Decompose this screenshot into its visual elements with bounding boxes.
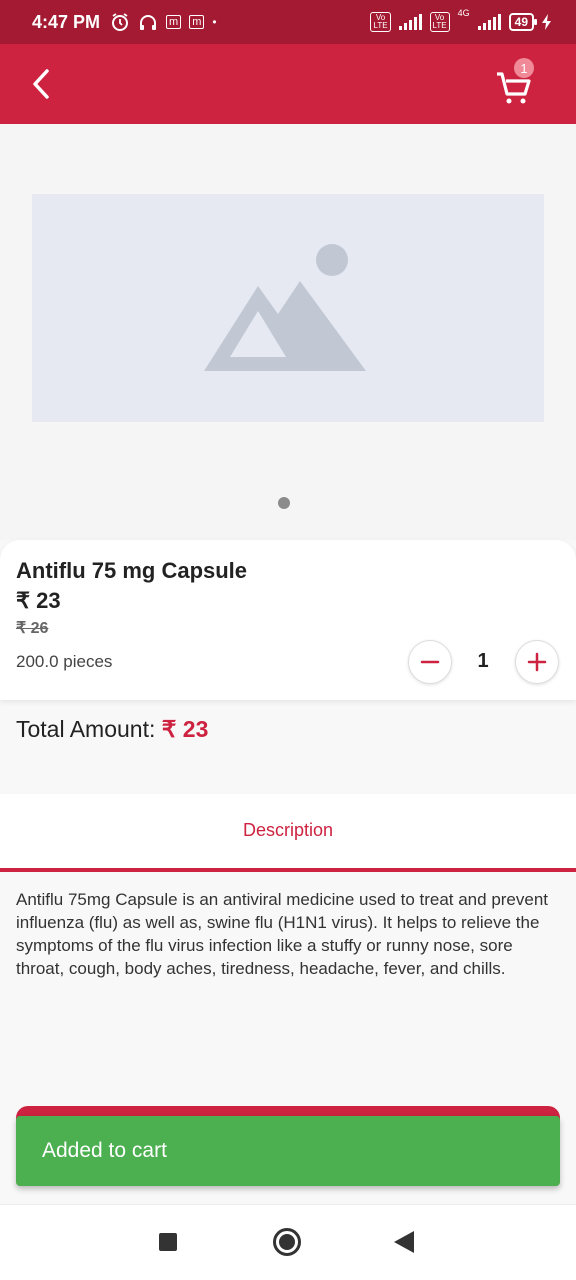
plus-icon — [527, 652, 547, 672]
total-amount-label: Total Amount: — [16, 716, 162, 742]
system-back-icon[interactable] — [394, 1231, 414, 1253]
alarm-icon — [112, 13, 129, 31]
app-bar: 1 — [0, 44, 576, 124]
volte-icon: Vo LTE — [429, 12, 450, 32]
signal-icon — [398, 14, 422, 30]
pack-quantity: 200.0 pieces — [16, 652, 113, 671]
status-notification-icons: m m • — [110, 12, 217, 32]
status-bar: 4:47 PM m m • Vo LTE Vo LTE 4G 49 — [0, 0, 576, 44]
product-name: Antiflu 75 mg Capsule — [16, 558, 248, 583]
total-amount-value: ₹ 23 — [161, 716, 209, 742]
description-text: Antiflu 75mg Capsule is an antiviral med… — [16, 890, 549, 978]
product-card: Antiflu 75 mg Capsule ₹ 23 ₹ 26 200.0 pi… — [0, 540, 576, 700]
cart-count-badge: 1 — [514, 58, 534, 78]
snackbar-message: Added to cart — [42, 1139, 167, 1162]
image-placeholder — [32, 194, 544, 422]
app-notification-icon: m — [166, 15, 182, 29]
product-price: ₹ 23 — [16, 588, 61, 613]
back-arrow-icon[interactable] — [26, 66, 56, 102]
recents-icon[interactable] — [159, 1233, 177, 1251]
product-mrp: ₹ 26 — [16, 620, 49, 637]
image-placeholder-icon — [204, 244, 366, 371]
volte-icon: Vo LTE — [370, 12, 391, 32]
quantity-value: 1 — [477, 650, 489, 672]
status-right-icons: Vo LTE Vo LTE 4G 49 — [370, 0, 552, 44]
home-icon[interactable] — [273, 1228, 301, 1256]
tab-indicator — [0, 868, 576, 872]
minus-icon — [420, 660, 440, 664]
snackbar: Added to cart — [16, 1116, 560, 1186]
increase-quantity-button[interactable] — [515, 640, 559, 684]
app-notification-icon: m — [189, 15, 205, 29]
signal-icon — [477, 14, 501, 30]
status-time: 4:47 PM — [32, 11, 101, 32]
tab-bar: Description — [0, 794, 576, 872]
product-image-carousel[interactable] — [0, 124, 576, 540]
tab-description[interactable]: Description — [0, 820, 576, 841]
carousel-indicator-dot[interactable] — [278, 497, 290, 509]
total-amount: Total Amount: ₹ 23 — [16, 716, 208, 743]
system-nav-bar — [0, 1204, 576, 1280]
headphones-icon — [140, 15, 157, 30]
decrease-quantity-button[interactable] — [408, 640, 452, 684]
charging-icon — [542, 14, 551, 30]
cart-button[interactable]: 1 — [494, 58, 540, 108]
network-type: 4G — [457, 8, 470, 18]
more-notifications-dot: • — [212, 15, 217, 29]
battery-icon: 49 — [508, 13, 538, 31]
